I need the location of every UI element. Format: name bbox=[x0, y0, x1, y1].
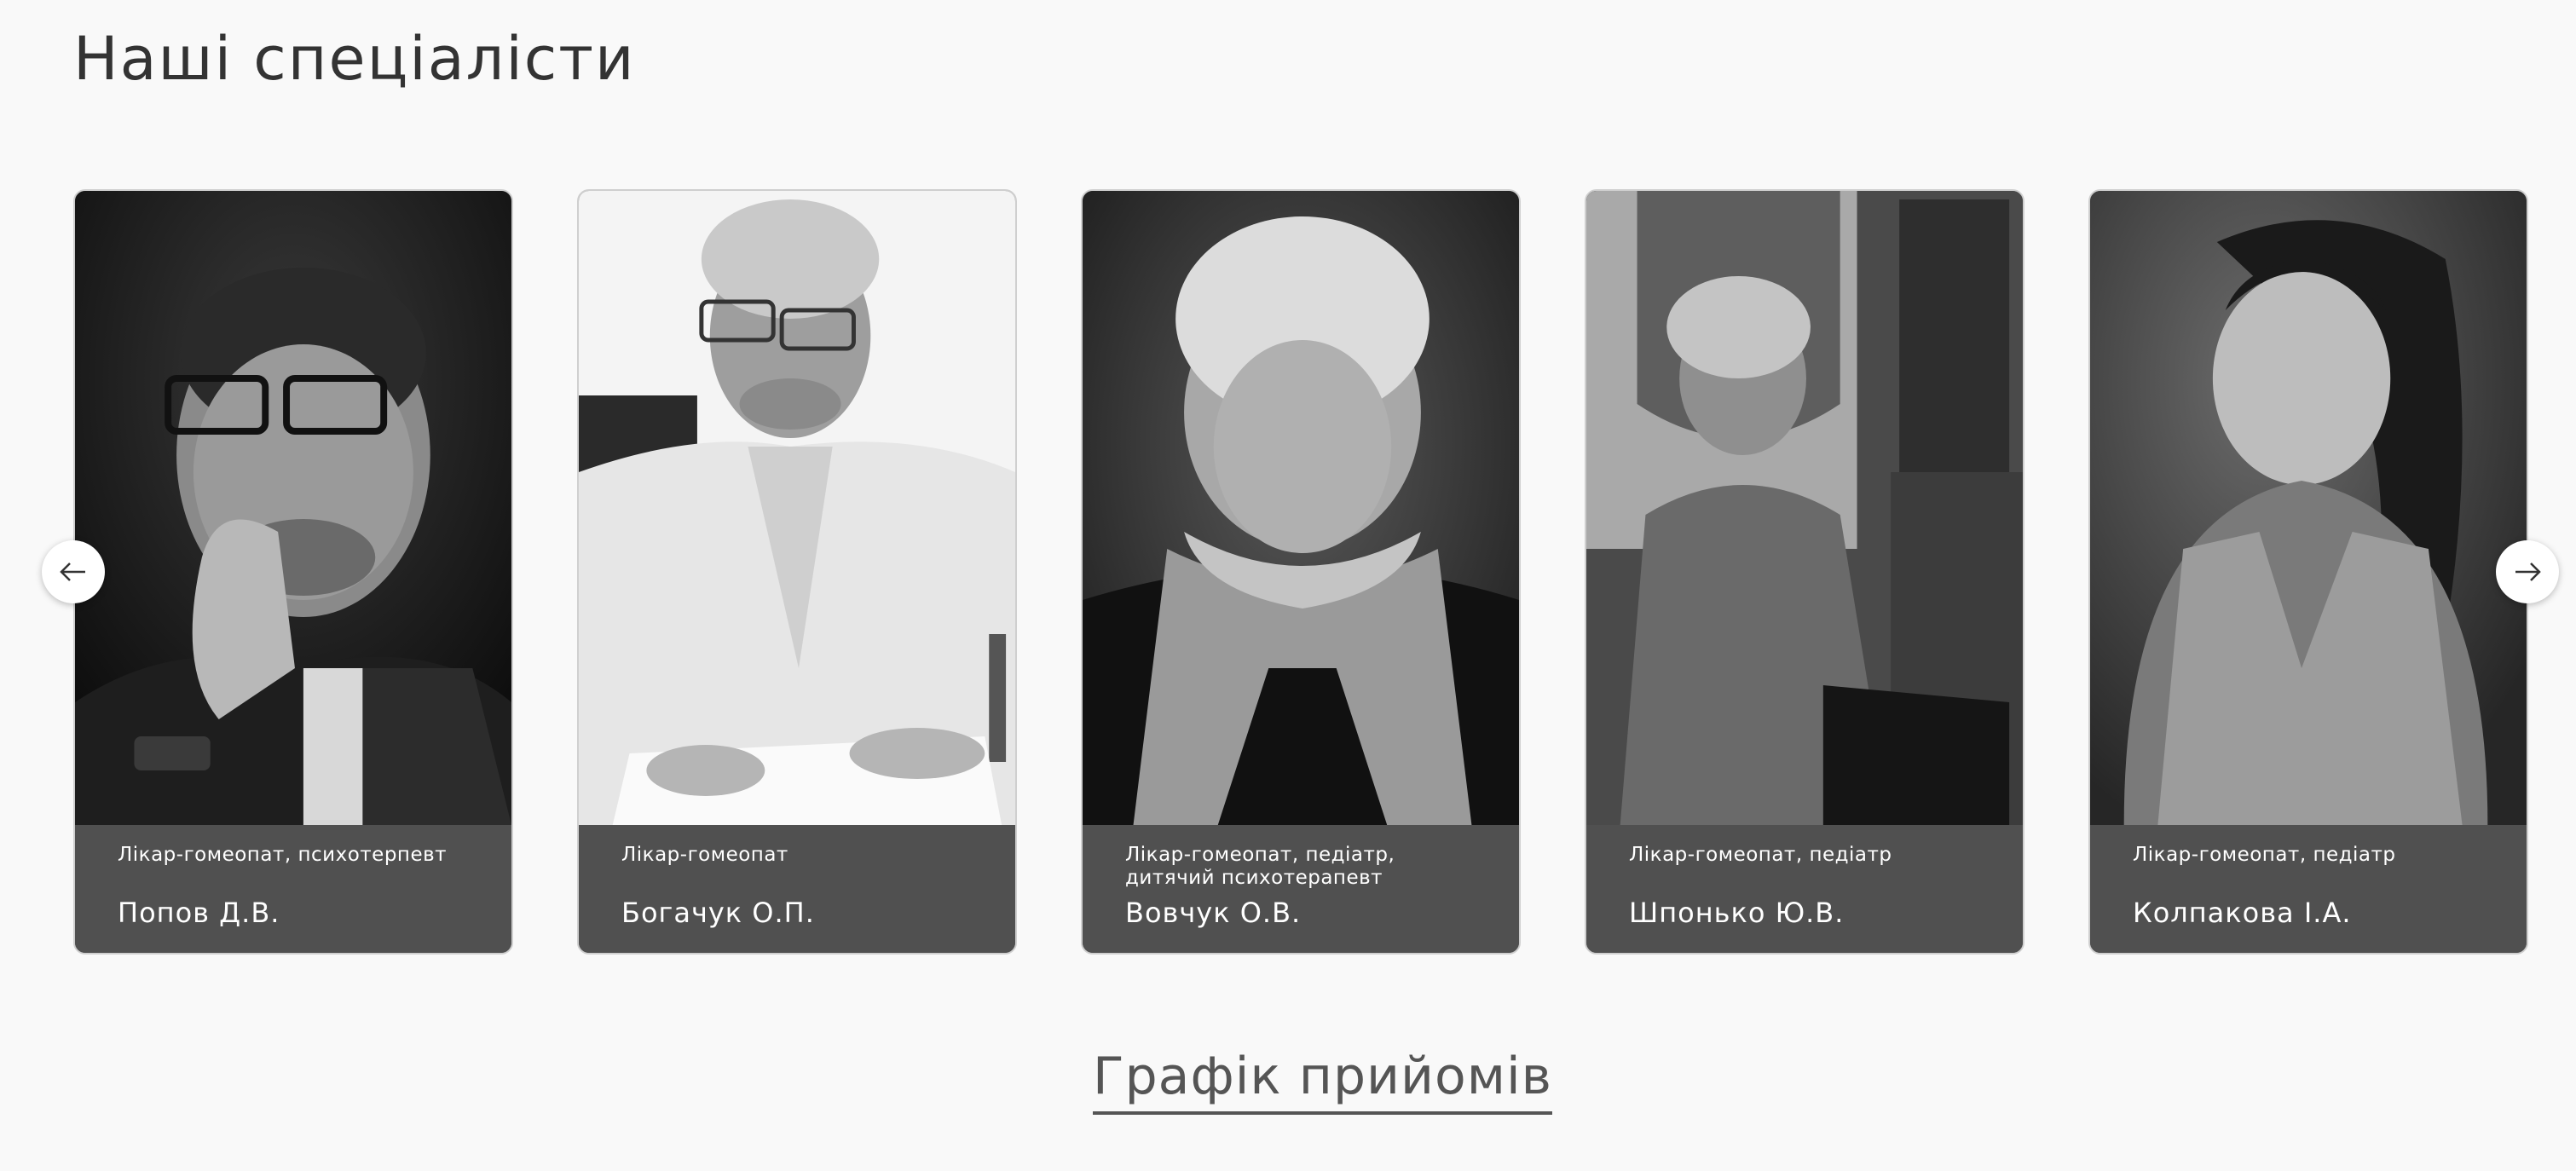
specialists-carousel: Лікар-гомеопат, психотерпевт Попов Д.В. bbox=[0, 0, 2576, 1171]
specialist-name: Вовчук О.В. bbox=[1125, 897, 1302, 929]
specialist-name: Богачук О.П. bbox=[621, 897, 815, 929]
specialist-photo bbox=[75, 191, 511, 825]
specialist-role: Лікар-гомеопат, педіатр bbox=[1629, 844, 1892, 866]
specialist-photo bbox=[579, 191, 1015, 825]
specialist-info: Лікар-гомеопат, психотерпевт Попов Д.В. bbox=[75, 825, 511, 953]
carousel-prev-button[interactable] bbox=[42, 540, 105, 603]
specialist-role: Лікар-гомеопат, педіатр bbox=[2133, 844, 2396, 866]
specialist-card[interactable]: Лікар-гомеопат, педіатр Колпакова І.А. bbox=[2088, 189, 2528, 955]
arrow-left-icon bbox=[60, 562, 85, 581]
specialist-card[interactable]: Лікар-гомеопат, педіатр, дитячий психоте… bbox=[1081, 189, 1521, 955]
specialist-photo bbox=[1083, 191, 1519, 825]
specialist-info: Лікар-гомеопат Богачук О.П. bbox=[579, 825, 1015, 953]
specialist-info: Лікар-гомеопат, педіатр Колпакова І.А. bbox=[2090, 825, 2527, 953]
arrow-right-icon bbox=[2515, 562, 2541, 581]
specialist-info: Лікар-гомеопат, педіатр Шпонько Ю.В. bbox=[1586, 825, 2023, 953]
specialist-name: Шпонько Ю.В. bbox=[1629, 897, 1845, 929]
specialist-info: Лікар-гомеопат, педіатр, дитячий психоте… bbox=[1083, 825, 1519, 953]
specialist-photo bbox=[2090, 191, 2527, 825]
carousel-next-button[interactable] bbox=[2496, 540, 2559, 603]
specialist-name: Попов Д.В. bbox=[118, 897, 280, 929]
specialist-role: Лікар-гомеопат bbox=[621, 844, 788, 866]
specialist-photo bbox=[1586, 191, 2023, 825]
schedule-link-heading[interactable]: Графік прийомів bbox=[1093, 1047, 1553, 1115]
specialist-card[interactable]: Лікар-гомеопат, психотерпевт Попов Д.В. bbox=[73, 189, 513, 955]
specialist-role: Лікар-гомеопат, педіатр, дитячий психоте… bbox=[1125, 844, 1395, 889]
specialist-card[interactable]: Лікар-гомеопат, педіатр Шпонько Ю.В. bbox=[1585, 189, 2024, 955]
specialist-role: Лікар-гомеопат, психотерпевт bbox=[118, 844, 448, 866]
specialist-name: Колпакова І.А. bbox=[2133, 897, 2352, 929]
specialist-card[interactable]: Лікар-гомеопат Богачук О.П. bbox=[577, 189, 1017, 955]
